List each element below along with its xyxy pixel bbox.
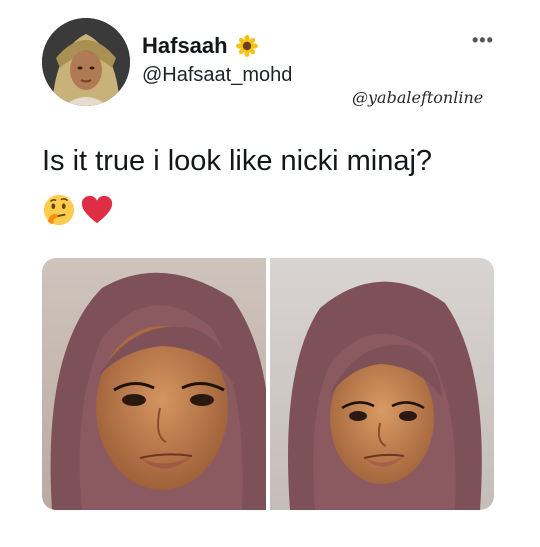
- tweet-card: Hafsaah @Hafsaat_mohd ••• @yabaleftonlin…: [0, 0, 540, 547]
- avatar[interactable]: [42, 18, 130, 106]
- watermark: @yabaleftonline: [352, 88, 484, 107]
- tweet-text: Is it true i look like nicki minaj?: [42, 145, 433, 177]
- emoji-row: [42, 193, 114, 227]
- avatar-photo: [42, 18, 130, 106]
- photo-2[interactable]: [270, 258, 494, 510]
- photo-1[interactable]: [42, 258, 266, 510]
- display-name-text: Hafsaah: [142, 33, 228, 58]
- media-grid: [42, 258, 494, 510]
- selfie-image-left: [42, 258, 266, 510]
- more-options-icon[interactable]: •••: [472, 30, 494, 51]
- sunflower-icon: [235, 35, 258, 57]
- red-heart-emoji: [81, 195, 113, 224]
- selfie-image-right: [270, 258, 494, 510]
- author-handle[interactable]: @Hafsaat_mohd: [142, 64, 292, 87]
- author-display-name[interactable]: Hafsaah: [142, 33, 258, 59]
- thinking-face-emoji: [43, 194, 75, 226]
